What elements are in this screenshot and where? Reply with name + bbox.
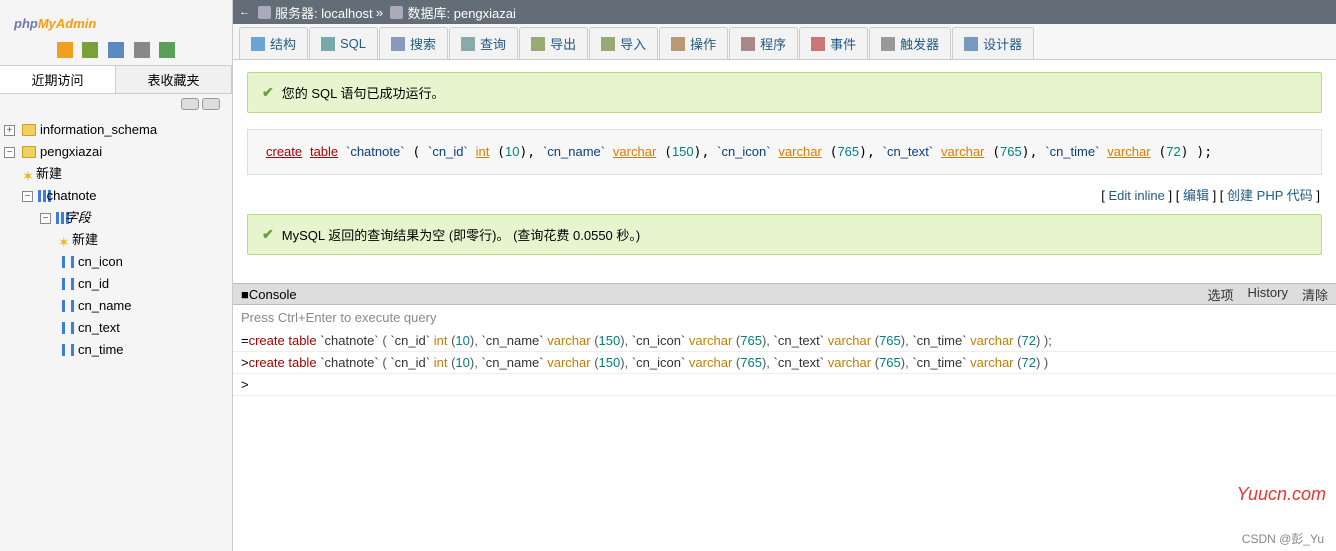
create-php-link[interactable]: 创建 PHP 代码	[1227, 188, 1313, 203]
bc-server[interactable]: 服务器: localhost	[275, 3, 373, 22]
column-item[interactable]: cn_icon	[58, 251, 228, 273]
tab-sql[interactable]: SQL	[309, 27, 378, 59]
columns-group[interactable]: − 字段	[40, 207, 228, 229]
column-item[interactable]: cn_time	[58, 339, 228, 361]
new-icon	[22, 167, 36, 181]
search-icon	[391, 37, 405, 51]
tab-triggers[interactable]: 触发器	[869, 27, 951, 59]
table-item[interactable]: − chatnote	[22, 185, 228, 207]
column-item[interactable]: cn_name	[58, 295, 228, 317]
sidebar-toolbar	[0, 38, 232, 65]
column-icon	[62, 300, 74, 312]
tab-designer[interactable]: 设计器	[952, 27, 1034, 59]
bc-database[interactable]: 数据库: pengxiazai	[407, 3, 515, 22]
result-message: ✔ MySQL 返回的查询结果为空 (即零行)。 (查询花费 0.0550 秒。…	[247, 214, 1322, 255]
watermark: Yuucn.com	[1237, 484, 1326, 505]
export-icon	[531, 37, 545, 51]
logout-icon[interactable]	[82, 42, 98, 58]
collapse-icon[interactable]	[181, 98, 199, 110]
new-table[interactable]: 新建	[22, 163, 228, 185]
tab-query[interactable]: 查询	[449, 27, 518, 59]
db-tree: +information_schema −pengxiazai 新建 − cha…	[0, 117, 232, 363]
link-icon[interactable]	[202, 98, 220, 110]
query-icon	[461, 37, 475, 51]
console-clear[interactable]: 清除	[1302, 285, 1328, 304]
tab-routines[interactable]: 程序	[729, 27, 798, 59]
settings-icon[interactable]	[134, 42, 150, 58]
routines-icon	[741, 37, 755, 51]
db-item[interactable]: +information_schema	[4, 119, 228, 141]
database-icon	[22, 146, 36, 158]
events-icon	[811, 37, 825, 51]
console-history[interactable]: History	[1248, 285, 1288, 304]
new-column[interactable]: 新建	[58, 229, 228, 251]
console-bar: ■Console 选项 History 清除	[233, 283, 1336, 305]
success-message: ✔ 您的 SQL 语句已成功运行。	[247, 72, 1322, 113]
console-options[interactable]: 选项	[1208, 285, 1234, 304]
console-line: =create table `chatnote` ( `cn_id` int (…	[233, 330, 1336, 352]
db-item[interactable]: −pengxiazai	[4, 141, 228, 163]
console[interactable]: Press Ctrl+Enter to execute query =creat…	[233, 305, 1336, 396]
tab-recent[interactable]: 近期访问	[0, 66, 116, 93]
console-toggle[interactable]: ■Console	[241, 287, 297, 302]
console-hint: Press Ctrl+Enter to execute query	[233, 305, 1336, 330]
tab-export[interactable]: 导出	[519, 27, 588, 59]
import-icon	[601, 37, 615, 51]
tab-search[interactable]: 搜索	[379, 27, 448, 59]
column-item[interactable]: cn_id	[58, 273, 228, 295]
check-icon: ✔	[262, 226, 274, 243]
tab-structure[interactable]: 结构	[239, 27, 308, 59]
main-tabs: 结构 SQL 搜索 查询 导出 导入 操作 程序 事件 触发器 设计器	[233, 24, 1336, 60]
reload-icon[interactable]	[159, 42, 175, 58]
tab-favorites[interactable]: 表收藏夹	[116, 66, 232, 93]
triggers-icon	[881, 37, 895, 51]
footer-credit: CSDN @彭_Yu	[1242, 530, 1324, 547]
new-icon	[58, 233, 72, 247]
sql-icon	[321, 37, 335, 51]
home-icon[interactable]	[57, 42, 73, 58]
table-icon	[38, 190, 41, 202]
edit-link[interactable]: 编辑	[1183, 188, 1209, 203]
column-item[interactable]: cn_text	[58, 317, 228, 339]
tab-operations[interactable]: 操作	[659, 27, 728, 59]
server-icon	[258, 6, 271, 19]
nav-back-icon[interactable]: ←	[239, 6, 250, 18]
column-icon	[62, 322, 74, 334]
tab-events[interactable]: 事件	[799, 27, 868, 59]
tab-import[interactable]: 导入	[589, 27, 658, 59]
column-icon	[62, 256, 74, 268]
check-icon: ✔	[262, 84, 274, 101]
designer-icon	[964, 37, 978, 51]
structure-icon	[251, 37, 265, 51]
sql-preview: create table `chatnote` ( `cn_id` int (1…	[247, 129, 1322, 175]
sql-actions: [ Edit inline ] [ 编辑 ] [ 创建 PHP 代码 ]	[247, 181, 1322, 214]
edit-inline-link[interactable]: Edit inline	[1109, 188, 1165, 203]
database-icon	[22, 124, 36, 136]
column-icon	[62, 344, 74, 356]
columns-icon	[56, 212, 59, 224]
operations-icon	[671, 37, 685, 51]
breadcrumb: ← 服务器: localhost » 数据库: pengxiazai	[233, 0, 1336, 24]
console-line: >create table `chatnote` ( `cn_id` int (…	[233, 352, 1336, 374]
docs-icon[interactable]	[108, 42, 124, 58]
database-icon	[390, 6, 403, 19]
console-prompt[interactable]: >	[233, 374, 1336, 396]
logo[interactable]: phpMyAdmin	[0, 0, 232, 38]
column-icon	[62, 278, 74, 290]
